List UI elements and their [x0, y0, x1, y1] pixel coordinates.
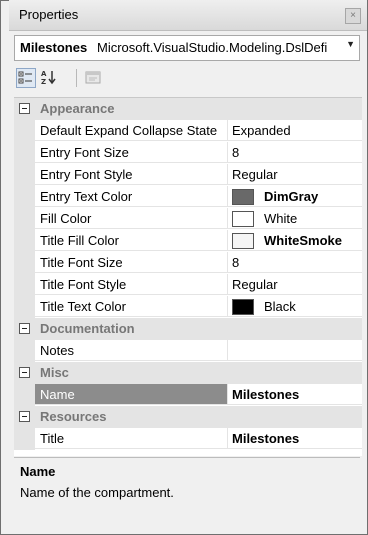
- description-pane: Name Name of the compartment.: [14, 457, 360, 532]
- color-value-text: DimGray: [264, 189, 319, 204]
- category-label: Documentation: [40, 321, 135, 336]
- property-row[interactable]: Notes: [14, 340, 362, 362]
- property-value[interactable]: Milestones: [227, 384, 362, 405]
- row-gutter: [14, 296, 35, 318]
- property-value[interactable]: White: [227, 208, 362, 229]
- property-name[interactable]: Entry Font Style: [35, 164, 227, 185]
- window-title: Properties: [19, 7, 79, 22]
- category-appearance[interactable]: Appearance: [14, 98, 362, 120]
- row-gutter: [14, 230, 35, 252]
- property-name[interactable]: Title Fill Color: [35, 230, 227, 251]
- selected-object-name: Milestones: [20, 40, 88, 55]
- toolbar-separator: [76, 69, 77, 87]
- property-row[interactable]: Default Expand Collapse State Expanded: [14, 120, 362, 142]
- property-row[interactable]: Entry Font Style Regular: [14, 164, 362, 186]
- category-label: Misc: [40, 365, 69, 380]
- property-row-selected[interactable]: Name Milestones: [14, 384, 362, 406]
- row-gutter: [14, 252, 35, 274]
- description-text: Name of the compartment.: [20, 485, 174, 500]
- property-name[interactable]: Name: [35, 384, 227, 405]
- property-name[interactable]: Entry Font Size: [35, 142, 227, 163]
- collapse-icon[interactable]: [19, 411, 30, 422]
- property-name[interactable]: Title Font Style: [35, 274, 227, 295]
- property-value[interactable]: Regular: [227, 164, 362, 185]
- row-gutter: [14, 340, 35, 362]
- category-misc[interactable]: Misc: [14, 362, 362, 384]
- object-selector-dropdown[interactable]: Milestones Microsoft.VisualStudio.Modeli…: [14, 35, 360, 61]
- property-value[interactable]: Black: [227, 296, 362, 317]
- title-bar[interactable]: Properties ×: [9, 0, 367, 31]
- row-gutter: [14, 120, 35, 142]
- category-label: Resources: [40, 409, 107, 424]
- property-row[interactable]: Title Fill Color WhiteSmoke: [14, 230, 362, 252]
- row-gutter: [14, 142, 35, 164]
- collapse-icon[interactable]: [19, 103, 30, 114]
- property-name[interactable]: Notes: [35, 340, 227, 361]
- row-gutter: [14, 428, 35, 450]
- property-row[interactable]: Entry Text Color DimGray: [14, 186, 362, 208]
- property-value[interactable]: WhiteSmoke: [227, 230, 362, 251]
- collapse-icon[interactable]: [19, 367, 30, 378]
- svg-text:Z: Z: [41, 78, 46, 86]
- row-gutter: [14, 164, 35, 186]
- property-name[interactable]: Fill Color: [35, 208, 227, 229]
- property-name[interactable]: Title: [35, 428, 227, 449]
- categorized-view-icon[interactable]: [16, 68, 36, 88]
- property-name[interactable]: Entry Text Color: [35, 186, 227, 207]
- chevron-down-icon[interactable]: ▼: [346, 39, 355, 49]
- property-value[interactable]: 8: [227, 252, 362, 273]
- property-name[interactable]: Default Expand Collapse State: [35, 120, 227, 141]
- property-name[interactable]: Title Text Color: [35, 296, 227, 317]
- color-swatch: [232, 210, 254, 227]
- property-name[interactable]: Title Font Size: [35, 252, 227, 273]
- property-pages-icon[interactable]: [84, 68, 104, 88]
- property-row[interactable]: Title Text Color Black: [14, 296, 362, 318]
- description-title: Name: [20, 464, 56, 479]
- property-row[interactable]: Title Font Style Regular: [14, 274, 362, 296]
- property-value[interactable]: 8: [227, 142, 362, 163]
- collapse-icon[interactable]: [19, 323, 30, 334]
- color-value-text: Black: [264, 299, 296, 314]
- category-documentation[interactable]: Documentation: [14, 318, 362, 340]
- row-gutter: [14, 208, 35, 230]
- row-gutter: [14, 274, 35, 296]
- property-value[interactable]: DimGray: [227, 186, 362, 207]
- property-grid: Appearance Default Expand Collapse State…: [14, 97, 362, 456]
- property-row[interactable]: Entry Font Size 8: [14, 142, 362, 164]
- color-swatch: [232, 188, 254, 205]
- category-label: Appearance: [40, 101, 115, 116]
- row-gutter: [14, 186, 35, 208]
- property-row[interactable]: Fill Color White: [14, 208, 362, 230]
- selected-object-type: Microsoft.VisualStudio.Modeling.DslDefi: [97, 40, 328, 55]
- color-swatch: [232, 298, 254, 315]
- property-value[interactable]: Regular: [227, 274, 362, 295]
- color-swatch: [232, 232, 254, 249]
- property-row[interactable]: Title Font Size 8: [14, 252, 362, 274]
- alphabetical-sort-icon[interactable]: A Z: [40, 68, 60, 88]
- property-value[interactable]: Milestones: [227, 428, 362, 449]
- color-value-text: WhiteSmoke: [264, 233, 343, 248]
- row-gutter: [14, 384, 35, 406]
- property-value[interactable]: Expanded: [227, 120, 362, 141]
- property-value[interactable]: [227, 340, 362, 361]
- close-icon[interactable]: ×: [345, 8, 361, 24]
- properties-toolbar: A Z: [14, 66, 360, 92]
- color-value-text: White: [264, 211, 298, 226]
- svg-text:A: A: [41, 70, 47, 78]
- category-resources[interactable]: Resources: [14, 406, 362, 428]
- property-row[interactable]: Title Milestones: [14, 428, 362, 450]
